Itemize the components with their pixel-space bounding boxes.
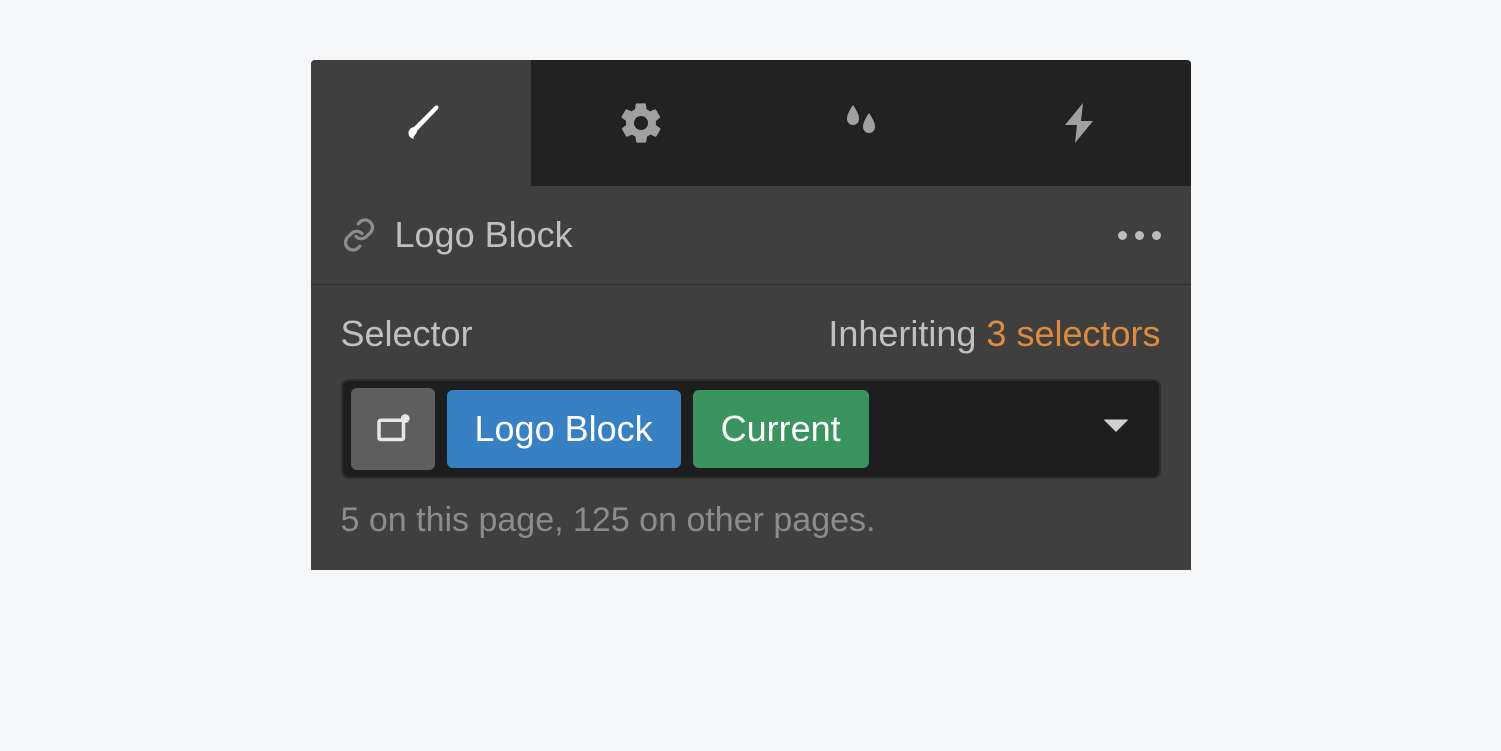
selector-usage-text: 5 on this page, 125 on other pages. [341, 501, 1161, 540]
tab-style[interactable] [311, 60, 531, 186]
tab-settings[interactable] [531, 60, 751, 186]
selector-indicator-icon [372, 408, 414, 450]
inheriting-link[interactable]: Inheriting 3 selectors [828, 313, 1160, 355]
gear-icon [617, 99, 665, 147]
selector-field[interactable]: Logo Block Current [341, 379, 1161, 479]
selector-indicator-button[interactable] [351, 388, 435, 470]
more-menu-button[interactable] [1118, 231, 1161, 240]
inheriting-count: 3 selectors [986, 313, 1160, 354]
droplets-icon [837, 99, 885, 147]
element-header: Logo Block [311, 186, 1191, 285]
dot-icon [1118, 231, 1127, 240]
brush-icon [397, 99, 445, 147]
inheriting-prefix: Inheriting [828, 313, 986, 354]
link-icon [341, 217, 377, 253]
dot-icon [1135, 231, 1144, 240]
dot-icon [1152, 231, 1161, 240]
selector-dropdown-toggle[interactable] [1101, 417, 1131, 442]
lightning-icon [1057, 99, 1105, 147]
selector-labels-row: Selector Inheriting 3 selectors [341, 313, 1161, 355]
tab-effects[interactable] [751, 60, 971, 186]
selector-section: Selector Inheriting 3 selectors Logo Blo… [311, 285, 1191, 570]
style-panel: Logo Block Selector Inheriting 3 selecto… [311, 60, 1191, 570]
tab-interactions[interactable] [971, 60, 1191, 186]
state-tag[interactable]: Current [693, 390, 869, 468]
selector-label: Selector [341, 313, 473, 355]
element-name: Logo Block [395, 214, 1118, 256]
class-tag[interactable]: Logo Block [447, 390, 681, 468]
chevron-down-icon [1101, 417, 1131, 437]
panel-tabs [311, 60, 1191, 186]
